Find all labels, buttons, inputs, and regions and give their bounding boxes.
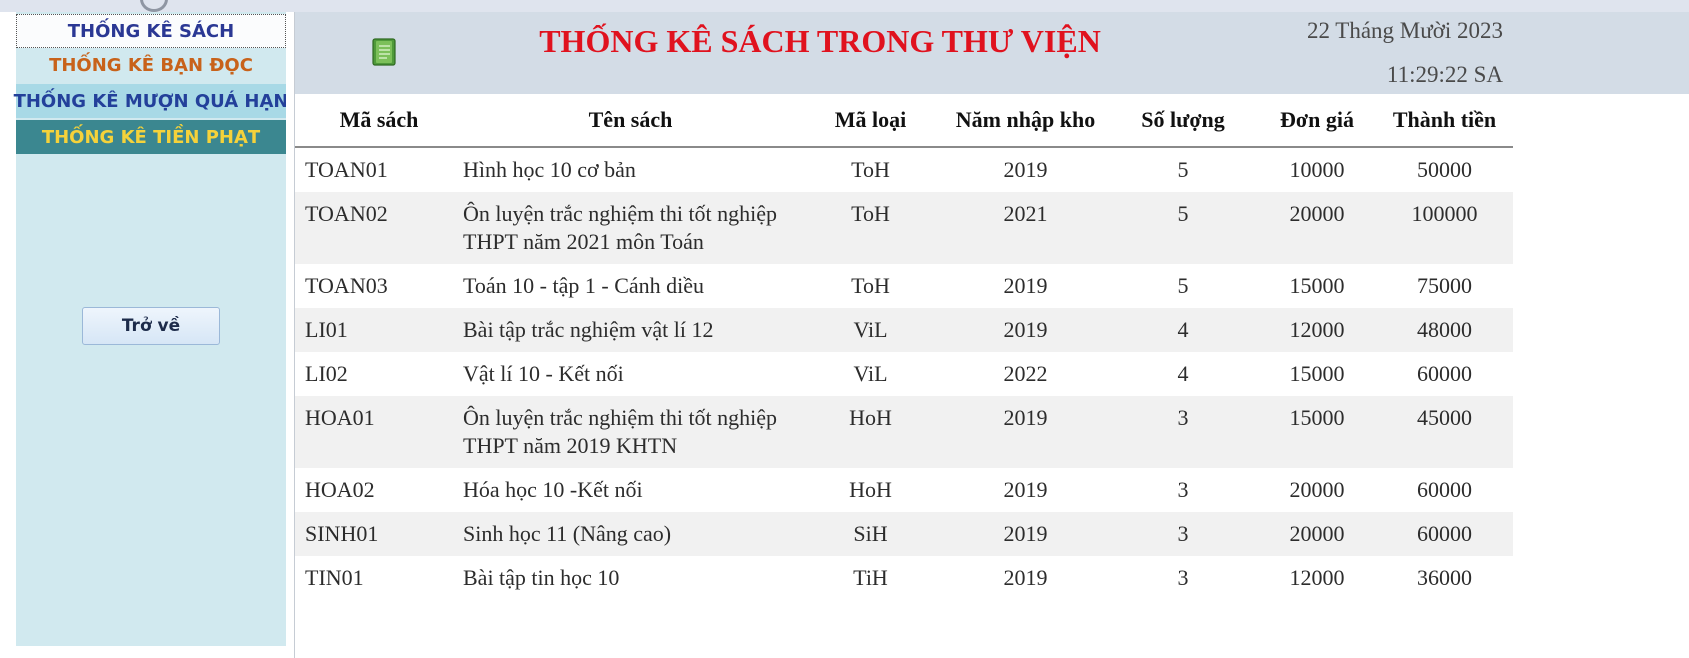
cell-so-luong: 3 bbox=[1108, 396, 1258, 468]
nav-thong-ke-sach[interactable]: THỐNG KÊ SÁCH bbox=[16, 14, 286, 48]
report-date: 22 Tháng Mười 2023 bbox=[1306, 18, 1503, 43]
table-row: LI02 Vật lí 10 - Kết nối ViL 2022 4 1500… bbox=[295, 352, 1513, 396]
cell-ma-loai: SiH bbox=[798, 512, 943, 556]
cell-ma-sach: TOAN03 bbox=[305, 273, 388, 298]
cell-thanh-tien: 75000 bbox=[1417, 273, 1472, 298]
col-header-so-luong: Số lượng bbox=[1108, 94, 1258, 148]
table-row: HOA01 Ôn luyện trắc nghiệm thi tốt nghiệ… bbox=[295, 396, 1513, 468]
cell-ma-loai: HoH bbox=[849, 477, 892, 502]
cell-nam-nhap-kho: 2019 bbox=[1003, 157, 1048, 182]
cell-ma-sach: TOAN02 bbox=[295, 192, 463, 264]
cell-nam-nhap-kho: 2019 bbox=[943, 308, 1108, 352]
cell-so-luong: 5 bbox=[1177, 157, 1189, 182]
cell-so-luong: 3 bbox=[1177, 565, 1189, 590]
cell-nam-nhap-kho: 2019 bbox=[1003, 565, 1048, 590]
cell-ma-sach: LI02 bbox=[305, 361, 348, 386]
cell-ma-loai: ToH bbox=[798, 192, 943, 264]
cell-don-gia: 15000 bbox=[1258, 396, 1376, 468]
book-table: Mã sách Tên sách Mã loại Năm nhập kho Số… bbox=[295, 94, 1513, 600]
nav-label: THỐNG KÊ MƯỢN QUÁ HẠN bbox=[13, 90, 289, 112]
cell-thanh-tien: 100000 bbox=[1376, 192, 1513, 264]
cell-don-gia: 20000 bbox=[1289, 477, 1345, 502]
nav-label: THỐNG KÊ TIỀN PHẠT bbox=[41, 126, 261, 148]
sidebar: THỐNG KÊ SÁCH THỐNG KÊ BẠN ĐỌC THỐNG KÊ … bbox=[13, 12, 289, 646]
nav-label: THỐNG KÊ SÁCH bbox=[67, 20, 235, 42]
cell-don-gia: 12000 bbox=[1258, 308, 1376, 352]
nav-thong-ke-ban-doc[interactable]: THỐNG KÊ BẠN ĐỌC bbox=[16, 48, 286, 82]
cell-don-gia: 15000 bbox=[1289, 273, 1345, 298]
cell-don-gia: 20000 bbox=[1258, 192, 1376, 264]
cell-thanh-tien: 36000 bbox=[1417, 565, 1472, 590]
cell-so-luong: 5 bbox=[1177, 273, 1189, 298]
cell-nam-nhap-kho: 2021 bbox=[943, 192, 1108, 264]
cell-ten-sach: Ôn luyện trắc nghiệm thi tốt nghiệp THPT… bbox=[463, 396, 798, 468]
cell-don-gia: 15000 bbox=[1289, 361, 1345, 386]
col-header-nam-nhap-kho: Năm nhập kho bbox=[943, 94, 1108, 148]
cell-so-luong: 4 bbox=[1108, 308, 1258, 352]
cell-ten-sach: Sinh học 11 (Nâng cao) bbox=[463, 512, 798, 556]
cell-ten-sach: Hóa học 10 -Kết nối bbox=[463, 477, 643, 502]
cell-ma-loai: ViL bbox=[798, 308, 943, 352]
col-header-don-gia: Đơn giá bbox=[1258, 94, 1376, 148]
cell-nam-nhap-kho: 2019 bbox=[943, 512, 1108, 556]
cell-so-luong: 5 bbox=[1108, 192, 1258, 264]
cell-nam-nhap-kho: 2022 bbox=[1003, 361, 1048, 386]
nav-label: THỐNG KÊ BẠN ĐỌC bbox=[49, 54, 253, 76]
cell-ma-loai: ToH bbox=[851, 273, 890, 298]
table-row: LI01 Bài tập trắc nghiệm vật lí 12 ViL 2… bbox=[295, 308, 1513, 352]
table-row: TIN01 Bài tập tin học 10 TiH 2019 3 1200… bbox=[295, 556, 1513, 600]
cell-don-gia: 10000 bbox=[1289, 157, 1345, 182]
cell-ten-sach: Toán 10 - tập 1 - Cánh diều bbox=[463, 273, 705, 298]
cell-don-gia: 20000 bbox=[1258, 512, 1376, 556]
nav-thong-ke-muon-qua-han[interactable]: THỐNG KÊ MƯỢN QUÁ HẠN bbox=[13, 84, 289, 118]
cell-so-luong: 3 bbox=[1108, 512, 1258, 556]
back-button[interactable]: Trở về bbox=[82, 307, 220, 345]
cell-so-luong: 4 bbox=[1177, 361, 1189, 386]
cell-ma-sach: TOAN01 bbox=[305, 157, 388, 182]
cell-ma-sach: HOA02 bbox=[305, 477, 375, 502]
report-time: 11:29:22 SA bbox=[1386, 62, 1503, 87]
cell-ma-sach: LI01 bbox=[295, 308, 463, 352]
col-header-thanh-tien: Thành tiền bbox=[1376, 94, 1513, 148]
table-row: SINH01 Sinh học 11 (Nâng cao) SiH 2019 3… bbox=[295, 512, 1513, 556]
col-header-ma-sach: Mã sách bbox=[295, 94, 463, 148]
cell-thanh-tien: 50000 bbox=[1417, 157, 1472, 182]
cell-ma-loai: TiH bbox=[853, 565, 888, 590]
col-header-ten-sach: Tên sách bbox=[463, 94, 798, 148]
table-row: TOAN01 Hình học 10 cơ bản ToH 2019 5 100… bbox=[295, 147, 1513, 192]
cell-ma-loai: ViL bbox=[853, 361, 888, 386]
cell-don-gia: 12000 bbox=[1289, 565, 1345, 590]
cell-ten-sach: Bài tập trắc nghiệm vật lí 12 bbox=[463, 308, 798, 352]
cell-ten-sach: Bài tập tin học 10 bbox=[463, 565, 620, 590]
cell-so-luong: 3 bbox=[1177, 477, 1189, 502]
notebook-icon bbox=[372, 38, 396, 66]
page-title: THỐNG KÊ SÁCH TRONG THƯ VIỆN bbox=[539, 23, 1101, 59]
cell-thanh-tien: 48000 bbox=[1376, 308, 1513, 352]
cell-ten-sach: Hình học 10 cơ bản bbox=[463, 157, 636, 182]
window-top-strip bbox=[0, 0, 1689, 12]
cell-ma-loai: HoH bbox=[798, 396, 943, 468]
cell-nam-nhap-kho: 2019 bbox=[1003, 477, 1048, 502]
table-row: HOA02 Hóa học 10 -Kết nối HoH 2019 3 200… bbox=[295, 468, 1513, 512]
cell-nam-nhap-kho: 2019 bbox=[943, 396, 1108, 468]
cell-ma-loai: ToH bbox=[851, 157, 890, 182]
cell-thanh-tien: 60000 bbox=[1376, 512, 1513, 556]
cell-ten-sach: Vật lí 10 - Kết nối bbox=[463, 361, 624, 386]
cell-thanh-tien: 60000 bbox=[1417, 477, 1472, 502]
partial-glyph bbox=[140, 0, 168, 12]
cell-ma-sach: HOA01 bbox=[295, 396, 463, 468]
cell-nam-nhap-kho: 2019 bbox=[1003, 273, 1048, 298]
nav-thong-ke-tien-phat[interactable]: THỐNG KÊ TIỀN PHẠT bbox=[16, 120, 286, 154]
cell-thanh-tien: 45000 bbox=[1376, 396, 1513, 468]
cell-ma-sach: TIN01 bbox=[305, 565, 364, 590]
panel-divider bbox=[286, 12, 295, 658]
report-header: THỐNG KÊ SÁCH TRONG THƯ VIỆN 22 Tháng Mư… bbox=[295, 12, 1689, 94]
col-header-ma-loai: Mã loại bbox=[798, 94, 943, 148]
cell-thanh-tien: 60000 bbox=[1417, 361, 1472, 386]
cell-ten-sach: Ôn luyện trắc nghiệm thi tốt nghiệp THPT… bbox=[463, 192, 798, 264]
cell-ma-sach: SINH01 bbox=[295, 512, 463, 556]
table-header-row: Mã sách Tên sách Mã loại Năm nhập kho Số… bbox=[295, 94, 1513, 148]
table-row: TOAN03 Toán 10 - tập 1 - Cánh diều ToH 2… bbox=[295, 264, 1513, 308]
table-row: TOAN02 Ôn luyện trắc nghiệm thi tốt nghi… bbox=[295, 192, 1513, 264]
